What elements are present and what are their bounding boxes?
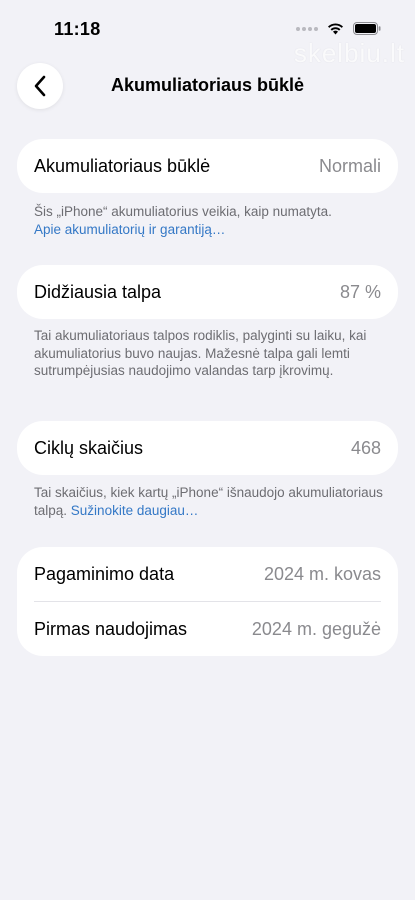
cellular-signal-icon xyxy=(296,26,318,31)
status-time: 11:18 xyxy=(54,19,101,39)
status-icons xyxy=(296,22,381,35)
manufacture-date-row: Pagaminimo data 2024 m. kovas xyxy=(17,547,398,601)
battery-icon xyxy=(353,22,381,35)
status-bar: 11:18 skelbiu.lt xyxy=(0,0,415,68)
max-capacity-card: Didžiausia talpa 87 % xyxy=(17,265,398,319)
cycle-count-footnote: Tai skaičius, kiek kartų „iPhone“ išnaud… xyxy=(34,484,385,519)
first-use-label: Pirmas naudojimas xyxy=(34,618,188,639)
manufacture-date-value: 2024 m. kovas xyxy=(263,563,381,584)
battery-health-value: Normali xyxy=(318,155,381,176)
battery-health-row: Akumuliatoriaus būklė Normali xyxy=(17,139,398,193)
cycle-count-value: 468 xyxy=(350,437,381,458)
battery-warranty-link[interactable]: Apie akumuliatorių ir garantiją… xyxy=(34,221,385,239)
page-title: Akumuliatoriaus būklė xyxy=(110,75,305,95)
dates-card: Pagaminimo data 2024 m. kovas Pirmas nau… xyxy=(17,547,398,656)
first-use-value: 2024 m. gegužė xyxy=(251,618,381,639)
cycle-count-label: Ciklų skaičius xyxy=(34,437,144,458)
max-capacity-label: Didžiausia talpa xyxy=(34,281,162,302)
max-capacity-value: 87 % xyxy=(339,281,381,302)
cycle-count-card: Ciklų skaičius 468 xyxy=(17,421,398,475)
max-capacity-row: Didžiausia talpa 87 % xyxy=(17,265,398,319)
cycle-count-row: Ciklų skaičius 468 xyxy=(17,421,398,475)
battery-health-footnote: Šis „iPhone“ akumuliatorius veikia, kaip… xyxy=(34,203,385,238)
manufacture-date-label: Pagaminimo data xyxy=(34,563,175,584)
watermark: skelbiu.lt xyxy=(293,38,405,68)
battery-health-card: Akumuliatoriaus būklė Normali xyxy=(17,139,398,193)
battery-health-footnote-text: Šis „iPhone“ akumuliatorius veikia, kaip… xyxy=(34,204,332,219)
wifi-icon xyxy=(328,23,343,35)
first-use-row: Pirmas naudojimas 2024 m. gegužė xyxy=(17,602,398,656)
max-capacity-footnote: Tai akumuliatoriaus talpos rodiklis, pal… xyxy=(34,328,367,378)
battery-health-label: Akumuliatoriaus būklė xyxy=(34,155,211,176)
learn-more-link[interactable]: Sužinokite daugiau… xyxy=(71,503,199,518)
screen: 11:18 skelbiu.lt Akumuliatoriaus būklė A… xyxy=(0,0,415,900)
